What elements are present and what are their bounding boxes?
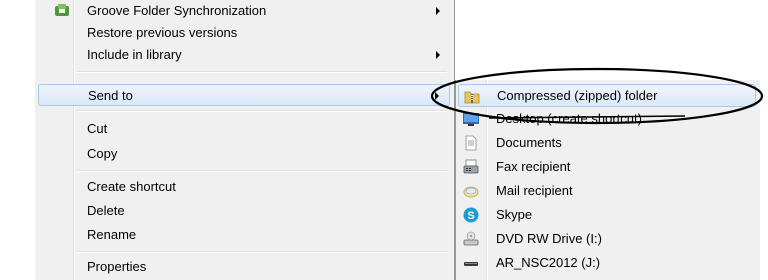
menu-separator: [77, 71, 447, 73]
menu-item-label: Copy: [87, 146, 118, 161]
menu-item-label: Rename: [87, 227, 137, 242]
menu-item-label: Create shortcut: [87, 179, 176, 194]
submenu-arrow-icon: [435, 92, 439, 100]
send-to-dvd-rw-drive[interactable]: DVD RW Drive (I:): [458, 228, 756, 251]
menu-item-label: AR_NSC2012 (J:): [496, 255, 601, 270]
groove-icon: [55, 4, 69, 16]
usb-drive-icon: [464, 262, 478, 266]
menu-item-groove-folder-sync[interactable]: Groove Folder Synchronization: [38, 0, 450, 22]
menu-item-send-to[interactable]: Send to: [38, 84, 450, 106]
menu-item-delete[interactable]: Delete: [38, 200, 450, 222]
skype-icon: S: [463, 207, 479, 223]
menu-separator: [77, 251, 447, 253]
menu-item-label: Fax recipient: [496, 159, 571, 174]
mail-icon: [463, 186, 479, 198]
send-to-submenu: Compressed (zipped) folder Desktop (crea…: [455, 80, 760, 280]
menu-item-label: Send to: [88, 88, 133, 103]
menu-item-label: Delete: [87, 203, 125, 218]
menu-item-label: Groove Folder Synchronization: [87, 3, 267, 18]
menu-item-restore-previous-versions[interactable]: Restore previous versions: [38, 22, 450, 44]
menu-item-label: Restore previous versions: [87, 25, 238, 40]
submenu-arrow-icon: [436, 7, 440, 15]
menu-item-label: Documents: [496, 135, 562, 150]
zip-folder-icon: [464, 91, 480, 104]
menu-item-rename[interactable]: Rename: [38, 224, 450, 246]
menu-item-cut[interactable]: Cut: [38, 118, 450, 140]
send-to-desktop[interactable]: Desktop (create shortcut): [458, 108, 756, 131]
documents-icon: [465, 135, 477, 151]
svg-text:S: S: [467, 210, 474, 222]
menu-item-properties[interactable]: Properties: [38, 256, 450, 278]
menu-item-label: Skype: [496, 207, 533, 222]
menu-item-include-in-library[interactable]: Include in library: [38, 44, 450, 66]
send-to-compressed-folder[interactable]: Compressed (zipped) folder: [458, 84, 756, 107]
send-to-documents[interactable]: Documents: [458, 132, 756, 155]
menu-item-label: Include in library: [87, 47, 182, 62]
menu-item-label: Mail recipient: [496, 183, 573, 198]
menu-separator: [77, 110, 447, 112]
menu-item-copy[interactable]: Copy: [38, 143, 450, 165]
desktop-icon: [463, 113, 479, 126]
menu-separator: [77, 170, 447, 172]
menu-item-label: DVD RW Drive (I:): [496, 231, 602, 246]
send-to-skype[interactable]: S Skype: [458, 204, 756, 227]
fax-icon: [463, 159, 479, 174]
menu-item-label: Desktop (create shortcut): [496, 111, 642, 126]
dvd-drive-icon: [463, 231, 479, 246]
menu-item-label: Properties: [87, 259, 147, 274]
menu-item-label: Cut: [87, 121, 108, 136]
send-to-fax-recipient[interactable]: Fax recipient: [458, 156, 756, 179]
menu-item-create-shortcut[interactable]: Create shortcut: [38, 176, 450, 198]
context-menu: Groove Folder Synchronization Restore pr…: [35, 0, 455, 280]
menu-item-label: Compressed (zipped) folder: [497, 88, 658, 103]
send-to-removable-drive[interactable]: AR_NSC2012 (J:): [458, 252, 756, 275]
send-to-mail-recipient[interactable]: Mail recipient: [458, 180, 756, 203]
submenu-arrow-icon: [436, 51, 440, 59]
